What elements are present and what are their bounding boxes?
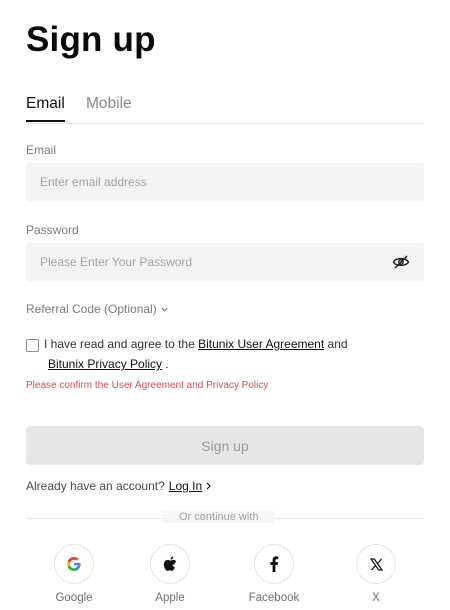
eye-off-icon[interactable] <box>392 254 410 270</box>
x-circle <box>356 544 396 584</box>
agreement-error: Please confirm the User Agreement and Pr… <box>26 380 269 391</box>
email-label: Email <box>26 143 57 157</box>
apple-circle <box>150 544 190 584</box>
agreement-text: I have read and agree to the Bitunix Use… <box>44 334 348 354</box>
apple-login-button[interactable]: Apple <box>140 544 200 604</box>
tab-email[interactable]: Email <box>26 95 65 122</box>
facebook-login-button[interactable]: Facebook <box>244 544 304 604</box>
agreement-suffix: . <box>165 357 169 371</box>
facebook-icon <box>270 556 279 572</box>
referral-code-toggle[interactable]: Referral Code (Optional) <box>26 302 169 316</box>
user-agreement-link[interactable]: Bitunix User Agreement <box>198 337 324 351</box>
google-label: Google <box>55 592 93 604</box>
tab-mobile[interactable]: Mobile <box>86 95 132 113</box>
email-input[interactable] <box>26 163 424 201</box>
privacy-policy-link[interactable]: Bitunix Privacy Policy <box>48 357 162 371</box>
password-input[interactable] <box>26 243 424 281</box>
x-icon <box>369 557 383 571</box>
x-login-button[interactable]: X <box>346 544 406 604</box>
facebook-circle <box>254 544 294 584</box>
agreement-checkbox[interactable] <box>26 339 39 352</box>
facebook-label: Facebook <box>248 592 300 604</box>
login-link[interactable]: Log In <box>169 479 202 493</box>
apple-label: Apple <box>155 592 185 604</box>
signup-method-tabs: Email Mobile <box>26 95 424 124</box>
chevron-down-icon <box>161 307 168 312</box>
login-prompt-text: Already have an account? <box>26 479 165 493</box>
divider-text: Or continue with <box>163 511 275 523</box>
google-circle <box>54 544 94 584</box>
signup-button[interactable]: Sign up <box>26 426 424 465</box>
login-prompt: Already have an account? Log In <box>26 479 212 493</box>
referral-label: Referral Code (Optional) <box>26 302 157 316</box>
google-login-button[interactable]: Google <box>44 544 104 604</box>
agreement-line-2: Bitunix Privacy Policy . <box>48 354 169 374</box>
agreement-conjunction: and <box>327 337 348 351</box>
apple-icon <box>163 556 177 571</box>
google-icon <box>67 557 81 571</box>
password-label: Password <box>26 223 79 237</box>
page-title: Sign up <box>26 20 156 59</box>
chevron-right-icon <box>206 482 211 490</box>
x-label: X <box>372 592 380 604</box>
agreement-prefix: I have read and agree to the <box>44 337 195 351</box>
